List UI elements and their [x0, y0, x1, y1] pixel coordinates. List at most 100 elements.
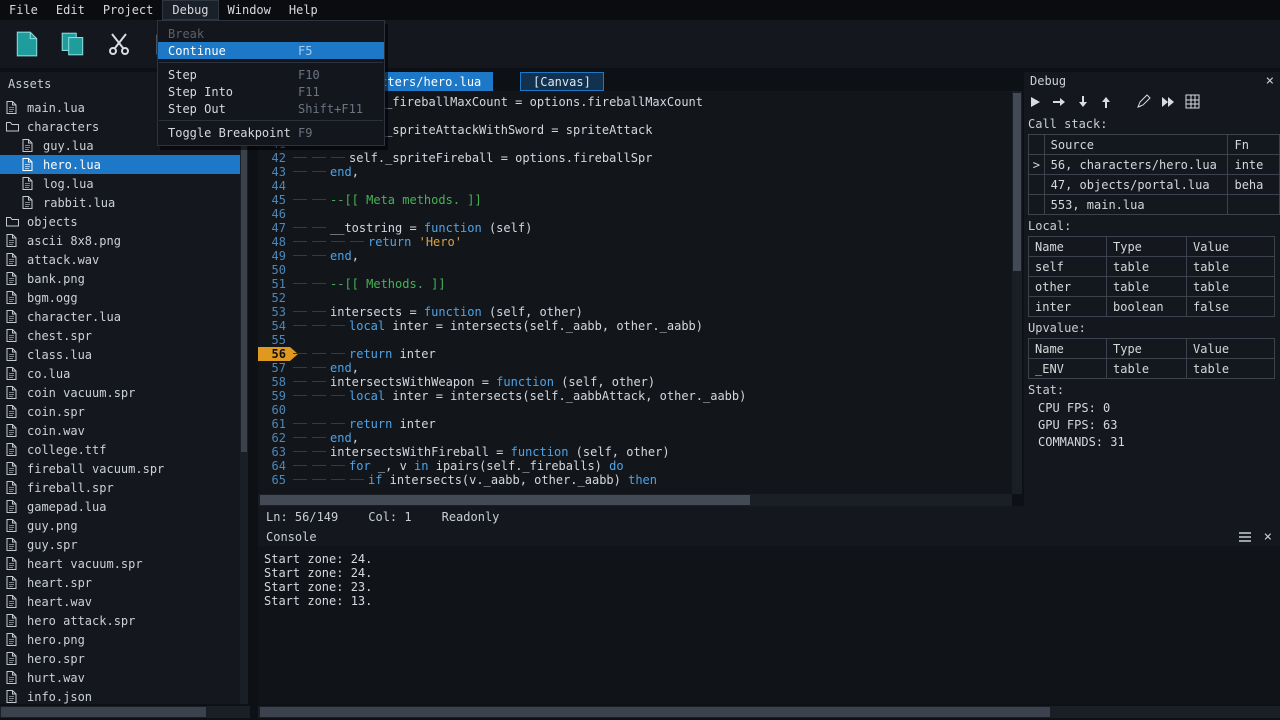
code-line[interactable]: 59local inter = intersects(self._aabbAtt… [258, 389, 1012, 403]
code-line[interactable]: 65if intersects(v._aabb, other._aabb) th… [258, 473, 1012, 487]
code-line[interactable]: 49end, [258, 249, 1012, 263]
asset-coin-wav[interactable]: coin.wav [0, 421, 240, 440]
tab-canvas[interactable]: [Canvas] [520, 72, 604, 91]
asset-coin-spr[interactable]: coin.spr [0, 402, 240, 421]
menu-item-step-into[interactable]: Step IntoF11 [158, 83, 384, 100]
asset-heart-wav[interactable]: heart.wav [0, 592, 240, 611]
menu-window[interactable]: Window [219, 0, 280, 20]
code-area[interactable]: 38self._fireballMaxCount = options.fireb… [258, 91, 1012, 494]
code-line[interactable]: 47__tostring = function (self) [258, 221, 1012, 235]
sidebar-hscroll-thumb[interactable] [1, 707, 206, 717]
asset-hero-png[interactable]: hero.png [0, 630, 240, 649]
asset-bank-png[interactable]: bank.png [0, 269, 240, 288]
asset-hero-attack-spr[interactable]: hero attack.spr [0, 611, 240, 630]
editor-horizontal-scrollbar[interactable] [258, 494, 1012, 506]
code-line[interactable]: 48return 'Hero' [258, 235, 1012, 249]
asset-attack-wav[interactable]: attack.wav [0, 250, 240, 269]
var-row[interactable]: selftabletable [1029, 257, 1275, 277]
code-line[interactable]: 50 [258, 263, 1012, 277]
step-out-icon[interactable] [1099, 95, 1113, 109]
code-line[interactable]: 52 [258, 291, 1012, 305]
asset-rabbit-lua[interactable]: rabbit.lua [0, 193, 240, 212]
asset-co-lua[interactable]: co.lua [0, 364, 240, 383]
asset-guy-png[interactable]: guy.png [0, 516, 240, 535]
cut-button[interactable] [102, 27, 136, 61]
asset-character-lua[interactable]: character.lua [0, 307, 240, 326]
code-line[interactable]: 43end, [258, 165, 1012, 179]
menu-help[interactable]: Help [280, 0, 327, 20]
file-icon [6, 481, 21, 495]
asset-fireball-vacuum-spr[interactable]: fireball vacuum.spr [0, 459, 240, 478]
menu-item-continue[interactable]: ContinueF5 [158, 42, 384, 59]
console-list-icon[interactable] [1238, 531, 1252, 543]
assets-vertical-scrollbar[interactable] [240, 72, 248, 704]
step-into-icon[interactable] [1076, 95, 1090, 109]
main-horizontal-scrollbar[interactable] [258, 706, 1280, 718]
editor-hscroll-thumb[interactable] [260, 495, 750, 505]
menu-debug[interactable]: Debug [162, 0, 218, 20]
asset-heart-vacuum-spr[interactable]: heart vacuum.spr [0, 554, 240, 573]
menu-item-step[interactable]: StepF10 [158, 66, 384, 83]
main-hscroll-thumb[interactable] [260, 707, 1050, 717]
editor-vertical-scrollbar[interactable] [1012, 91, 1022, 494]
asset-coin-vacuum-spr[interactable]: coin vacuum.spr [0, 383, 240, 402]
callstack-row[interactable]: 553, main.lua [1029, 195, 1280, 215]
code-line[interactable]: 53intersects = function (self, other) [258, 305, 1012, 319]
asset-gamepad-lua[interactable]: gamepad.lua [0, 497, 240, 516]
copy-button[interactable] [56, 27, 90, 61]
pencil-icon[interactable] [1136, 94, 1151, 109]
code-line[interactable]: 60 [258, 403, 1012, 417]
asset-hero-lua[interactable]: hero.lua [0, 155, 240, 174]
callstack-row[interactable]: >56, characters/hero.luainte [1029, 155, 1280, 175]
asset-chest-spr[interactable]: chest.spr [0, 326, 240, 345]
menu-edit[interactable]: Edit [47, 0, 94, 20]
code-line[interactable]: 58intersectsWithWeapon = function (self,… [258, 375, 1012, 389]
asset-info-json[interactable]: info.json [0, 687, 240, 704]
code-line[interactable]: 45--[[ Meta methods. ]] [258, 193, 1012, 207]
play-icon[interactable] [1028, 95, 1042, 109]
menu-item-toggle-breakpoint[interactable]: Toggle BreakpointF9 [158, 124, 384, 141]
console-close-icon[interactable]: × [1264, 531, 1272, 543]
code-line[interactable]: 42self._spriteFireball = options.firebal… [258, 151, 1012, 165]
asset-hurt-wav[interactable]: hurt.wav [0, 668, 240, 687]
asset-bgm-ogg[interactable]: bgm.ogg [0, 288, 240, 307]
callstack-row[interactable]: 47, objects/portal.luabeha [1029, 175, 1280, 195]
code-line[interactable]: 55 [258, 333, 1012, 347]
asset-ascii-8x8-png[interactable]: ascii 8x8.png [0, 231, 240, 250]
code-line[interactable]: 44 [258, 179, 1012, 193]
asset-guy-spr[interactable]: guy.spr [0, 535, 240, 554]
menu-project[interactable]: Project [94, 0, 163, 20]
asset-college-ttf[interactable]: college.ttf [0, 440, 240, 459]
code-line[interactable]: 57end, [258, 361, 1012, 375]
asset-fireball-spr[interactable]: fireball.spr [0, 478, 240, 497]
var-row[interactable]: interbooleanfalse [1029, 297, 1275, 317]
code-line[interactable]: 46 [258, 207, 1012, 221]
tab-whitespace-marker [311, 445, 330, 459]
menu-item-step-out[interactable]: Step OutShift+F11 [158, 100, 384, 117]
asset-hero-spr[interactable]: hero.spr [0, 649, 240, 668]
new-file-button[interactable] [10, 27, 44, 61]
code-line[interactable]: 62end, [258, 431, 1012, 445]
menu-file[interactable]: File [0, 0, 47, 20]
code-line[interactable]: 63intersectsWithFireball = function (sel… [258, 445, 1012, 459]
code-line[interactable]: 56return inter [258, 347, 1012, 361]
var-row[interactable]: othertabletable [1029, 277, 1275, 297]
code-line[interactable]: 64for _, v in ipairs(self._fireballs) do [258, 459, 1012, 473]
asset-label: ascii 8x8.png [27, 234, 121, 248]
code-line[interactable]: 51--[[ Methods. ]] [258, 277, 1012, 291]
code-line[interactable]: 61return inter [258, 417, 1012, 431]
step-over-icon[interactable] [1051, 95, 1067, 109]
editor-vscroll-thumb[interactable] [1013, 93, 1021, 271]
console-line: Start zone: 13. [264, 594, 1274, 608]
asset-class-lua[interactable]: class.lua [0, 345, 240, 364]
asset-heart-spr[interactable]: heart.spr [0, 573, 240, 592]
code-line[interactable]: 54local inter = intersects(self._aabb, o… [258, 319, 1012, 333]
pattern-icon[interactable] [1185, 94, 1200, 109]
debug-panel-close-icon[interactable]: × [1266, 75, 1274, 87]
var-row[interactable]: _ENVtabletable [1029, 359, 1275, 379]
asset-objects[interactable]: objects [0, 212, 240, 231]
sidebar-horizontal-scrollbar[interactable] [0, 706, 250, 718]
fast-forward-icon[interactable] [1160, 95, 1176, 109]
menu-item-break[interactable]: Break [158, 25, 384, 42]
asset-log-lua[interactable]: log.lua [0, 174, 240, 193]
